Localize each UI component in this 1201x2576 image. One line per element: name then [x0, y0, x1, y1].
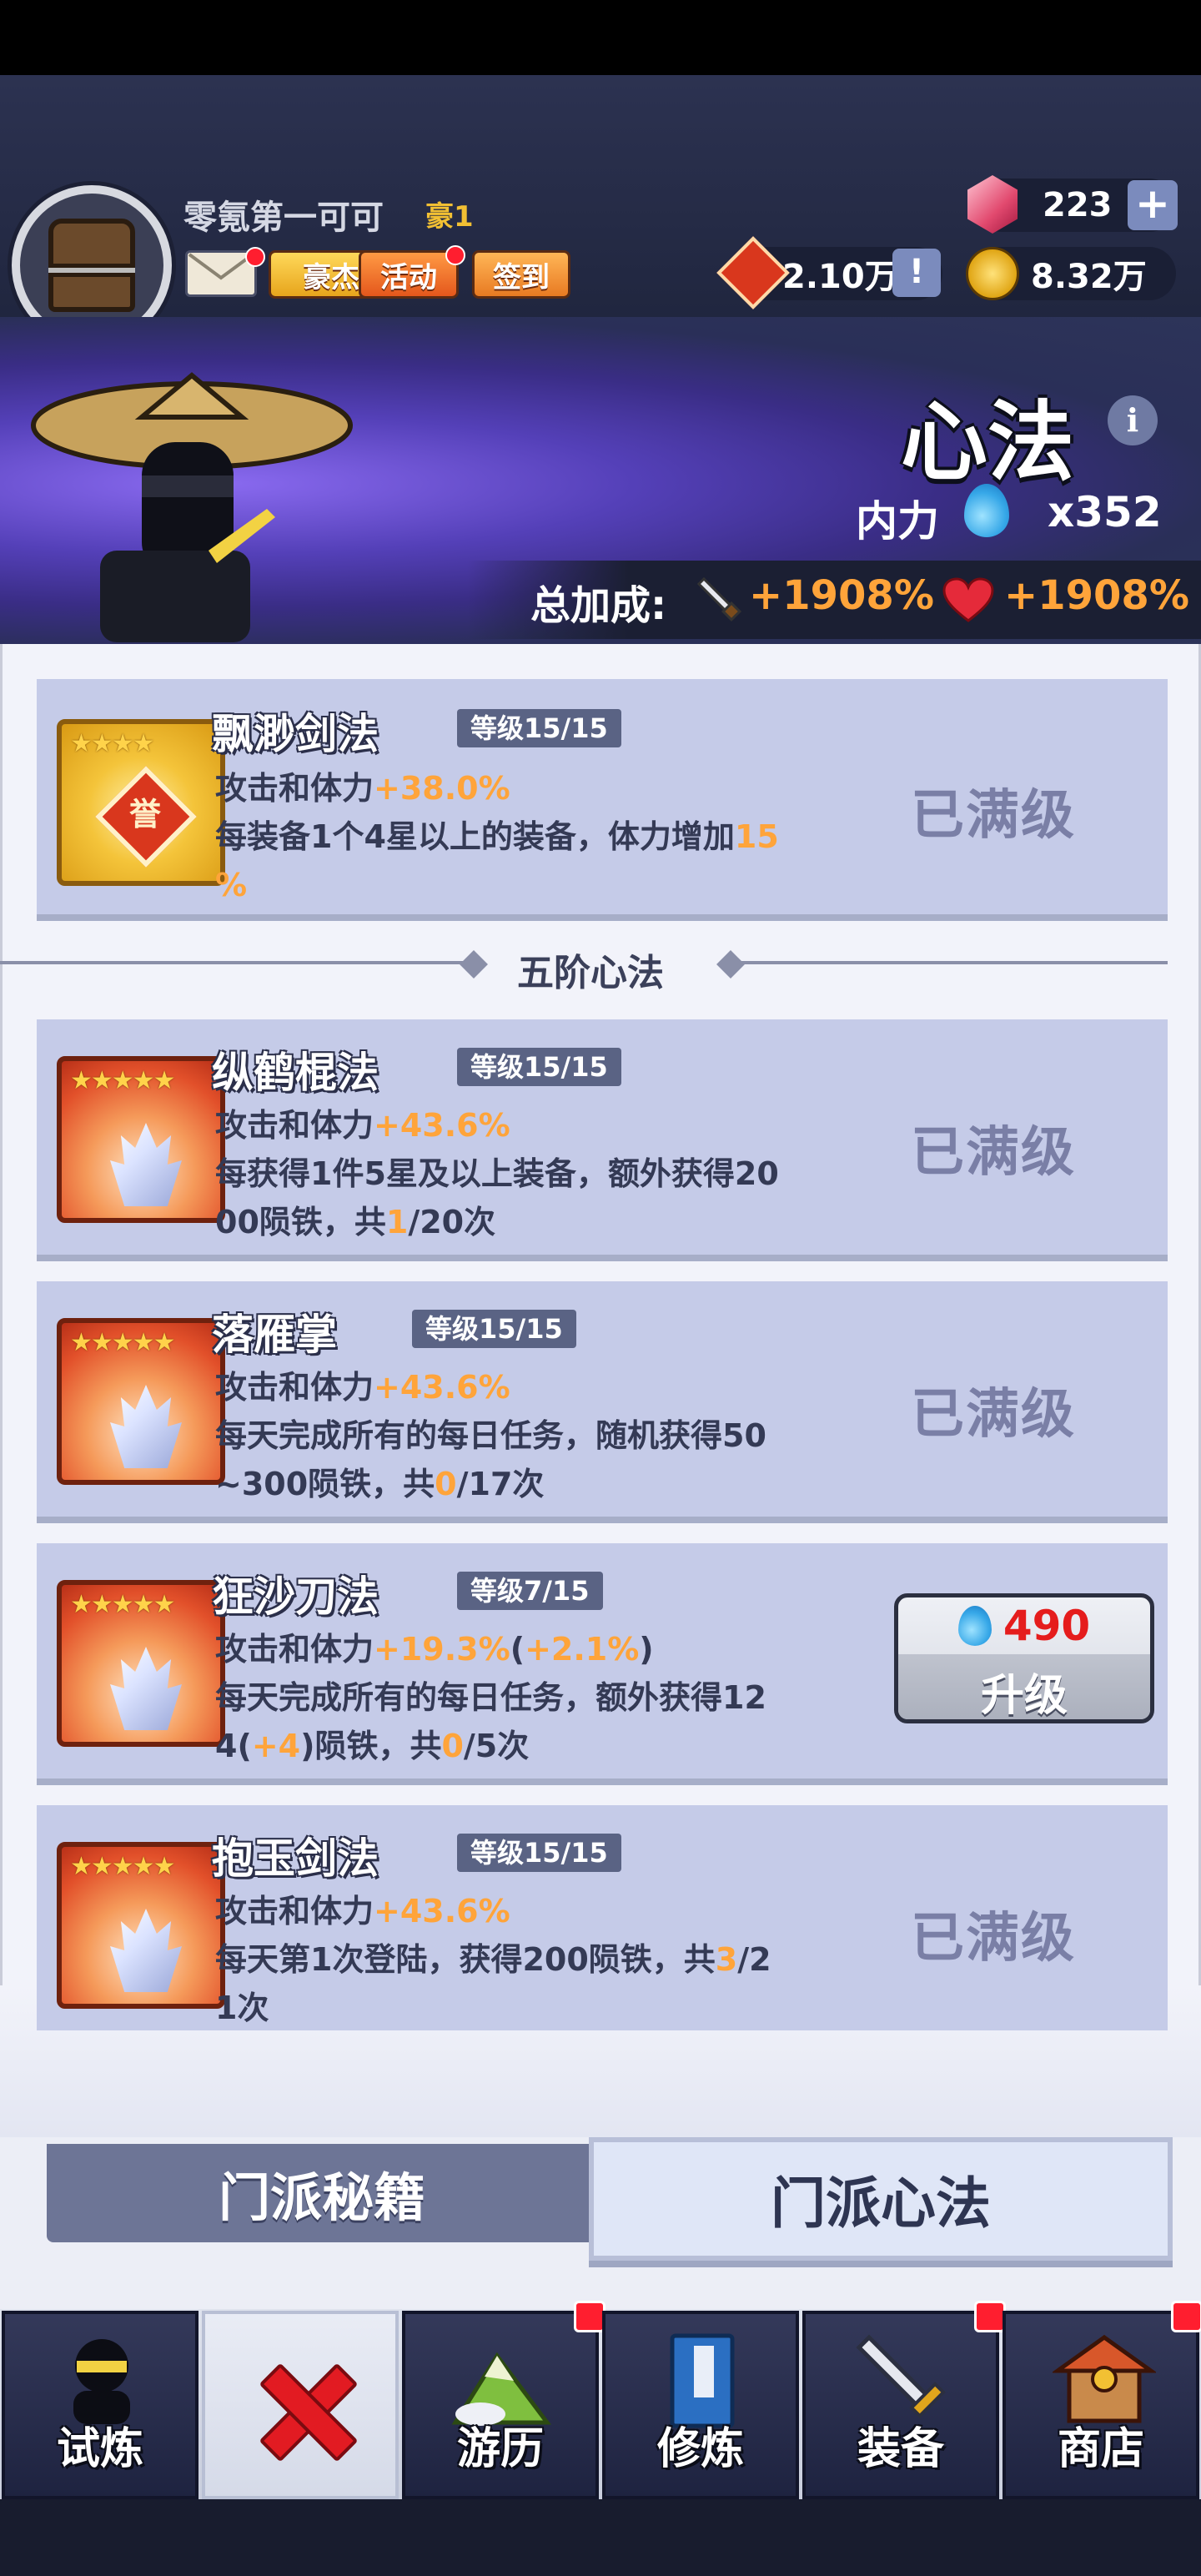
- add-gems-button[interactable]: +: [1128, 180, 1178, 230]
- skill-name: 纵鹤棍法: [212, 1049, 379, 1097]
- nav-equipment[interactable]: 装备: [802, 2311, 999, 2499]
- page-title: 心法: [901, 391, 1075, 493]
- skill-desc: 攻击和体力+43.6% 每天第1次登陆，获得200陨铁，共3/2 1次: [215, 1893, 771, 2026]
- bonus-hp: +1908%: [1004, 572, 1189, 619]
- swordsman-icon: [31, 372, 353, 642]
- signin-button[interactable]: 签到: [472, 250, 570, 299]
- skill-name: 飘渺剑法: [212, 710, 379, 758]
- skill-level: 等级15/15: [457, 1834, 621, 1872]
- skill-name: 抱玉剑法: [212, 1834, 379, 1883]
- notification-dot: [245, 247, 265, 267]
- crystal-icon: [110, 1909, 182, 1992]
- crossed-swords-icon: [257, 2362, 350, 2456]
- skill-level: 等级15/15: [457, 1048, 621, 1086]
- divider: [737, 961, 1168, 964]
- coin-icon: [966, 247, 1019, 300]
- upgrade-cost: 490: [1003, 1602, 1091, 1650]
- tab-sect-techniques[interactable]: 门派心法: [589, 2137, 1173, 2261]
- skill-desc: 攻击和体力+43.6% 每天完成所有的每日任务，随机获得50 ~300陨铁，共0…: [215, 1369, 766, 1502]
- upgrade-button[interactable]: 490 升级: [894, 1593, 1154, 1723]
- neili-value: x352: [1048, 488, 1162, 536]
- crystal-icon: [110, 1123, 182, 1206]
- neili-label: 内力: [856, 497, 939, 546]
- section-title: 五阶心法: [517, 952, 664, 994]
- notification-dot: [1171, 2301, 1201, 2332]
- system-nav-bar: [0, 2499, 1201, 2576]
- crystal-icon: [110, 1647, 182, 1730]
- activity-button[interactable]: 活动: [359, 250, 459, 299]
- nav-shop[interactable]: 商店: [1003, 2311, 1199, 2499]
- skill-level: 等级7/15: [457, 1572, 603, 1610]
- nav-travel[interactable]: 游历: [402, 2311, 599, 2499]
- player-name: 零氪第一可可: [183, 199, 384, 237]
- skill-icon: ★★★★★: [57, 1580, 225, 1747]
- skill-desc: 攻击和体力+43.6% 每获得1件5星及以上装备，额外获得20 00陨铁，共1/…: [215, 1107, 779, 1240]
- nav-trial[interactable]: 试炼: [2, 2311, 198, 2499]
- skill-icon: ★★★★★: [57, 1318, 225, 1485]
- notification-dot: [445, 245, 465, 265]
- max-level-label: 已满级: [911, 785, 1076, 847]
- skill-level: 等级15/15: [457, 709, 621, 747]
- skill-icon: ★★★★★: [57, 1842, 225, 2009]
- notification-dot: [574, 2301, 606, 2332]
- skill-desc: 攻击和体力+19.3%(+2.1%) 每天完成所有的每日任务，额外获得12 4(…: [215, 1631, 766, 1764]
- skill-desc: 攻击和体力+38.0% 每装备1个4星以上的装备，体力增加15 %: [215, 770, 779, 903]
- bonus-label: 总加成:: [530, 582, 667, 629]
- info-button[interactable]: i: [1108, 395, 1158, 445]
- bonus-attack: +1908%: [749, 572, 934, 619]
- water-drop-icon: [957, 1606, 992, 1646]
- divider: [0, 961, 467, 964]
- max-level-label: 已满级: [911, 1122, 1076, 1184]
- skill-name: 落雁掌: [212, 1311, 337, 1359]
- max-level-label: 已满级: [911, 1384, 1076, 1446]
- skill-icon: ★★★★ 誉: [57, 719, 225, 886]
- upgrade-label: 升级: [898, 1654, 1150, 1719]
- notification-dot: [974, 2301, 1006, 2332]
- nav-cultivate[interactable]: 修炼: [602, 2311, 799, 2499]
- ninja-icon: [73, 2339, 130, 2424]
- status-bar: [0, 0, 1201, 75]
- tab-sect-secrets[interactable]: 门派秘籍: [47, 2144, 597, 2242]
- max-level-label: 已满级: [911, 1908, 1076, 1970]
- skill-level: 等级15/15: [412, 1310, 576, 1348]
- crystal-icon: [110, 1385, 182, 1468]
- vip-badge: 豪1: [425, 200, 474, 234]
- skill-icon: ★★★★★: [57, 1056, 225, 1223]
- sword-icon: [696, 576, 742, 622]
- skill-name: 狂沙刀法: [212, 1572, 379, 1621]
- heart-icon: [942, 577, 994, 622]
- honor-info-button[interactable]: !: [892, 249, 941, 297]
- nav-battle[interactable]: [202, 2311, 399, 2499]
